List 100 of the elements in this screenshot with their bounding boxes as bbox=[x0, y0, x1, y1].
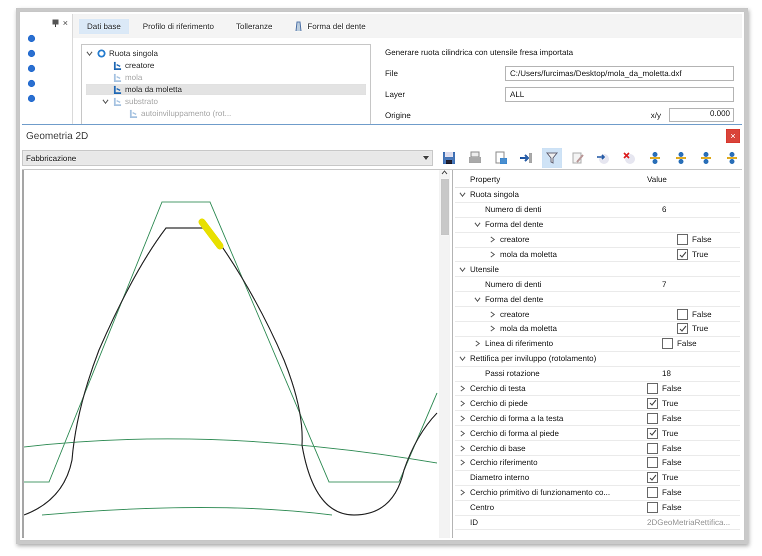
property-name: Cerchio di forma a la testa bbox=[470, 414, 564, 423]
property-name: creatore bbox=[500, 235, 530, 244]
property-value: True bbox=[662, 398, 678, 408]
tool-icon bbox=[113, 85, 122, 94]
checkbox[interactable] bbox=[647, 412, 658, 424]
property-value: False bbox=[662, 488, 682, 498]
caret-icon[interactable] bbox=[474, 340, 481, 348]
node-icon[interactable] bbox=[27, 79, 36, 88]
property-name: Forma del dente bbox=[485, 294, 544, 304]
node-icon bbox=[648, 151, 662, 165]
close-button[interactable]: × bbox=[62, 18, 68, 28]
property-name: Ruota singola bbox=[470, 190, 519, 200]
property-name: Centro bbox=[470, 503, 494, 512]
property-value: True bbox=[692, 324, 708, 334]
axis-label: x/y bbox=[650, 110, 661, 120]
caret-icon[interactable] bbox=[489, 251, 496, 258]
caret-icon[interactable] bbox=[474, 221, 481, 228]
tool-icon bbox=[113, 97, 122, 106]
funnel-icon bbox=[544, 151, 559, 165]
checkbox[interactable] bbox=[647, 502, 658, 514]
checkbox[interactable] bbox=[647, 383, 658, 394]
property-name: creatore bbox=[500, 310, 530, 319]
property-name: Cerchio riferimento bbox=[470, 458, 538, 468]
property-value: True bbox=[692, 250, 708, 259]
caret-icon[interactable] bbox=[86, 50, 93, 57]
close-button[interactable]: × bbox=[726, 129, 740, 143]
tree-item[interactable]: creatore bbox=[86, 60, 366, 71]
tree-item[interactable]: Ruota singola bbox=[86, 48, 366, 59]
checkbox[interactable] bbox=[647, 487, 658, 498]
property-value: 6 bbox=[662, 205, 666, 214]
node-icon[interactable] bbox=[27, 64, 36, 73]
property-name: Forma del dente bbox=[485, 220, 544, 230]
property-value: False bbox=[662, 458, 682, 468]
scroll-thumb[interactable] bbox=[440, 179, 448, 235]
property-value: True bbox=[662, 473, 678, 482]
tab[interactable]: Dati base bbox=[79, 18, 129, 34]
form-title: Generare ruota cilindrica con utensile fresa importata bbox=[385, 48, 574, 56]
property-value: False bbox=[662, 503, 682, 512]
caret-icon[interactable] bbox=[459, 191, 466, 198]
node-icon[interactable] bbox=[27, 94, 36, 103]
caret-icon[interactable] bbox=[459, 266, 466, 273]
field-label: File bbox=[385, 68, 399, 78]
field-label: Layer bbox=[385, 90, 406, 98]
printer-icon bbox=[468, 151, 482, 165]
property-name: Numero di denti bbox=[485, 205, 542, 214]
property-name: Cerchio di base bbox=[470, 444, 526, 453]
view-dropdown[interactable]: Fabbricazione bbox=[22, 150, 434, 166]
delete-icon bbox=[622, 151, 636, 165]
property-value: 2DGeoMetriaRettifica... bbox=[647, 518, 730, 528]
property-name: Numero di denti bbox=[485, 280, 542, 289]
property-name: ID bbox=[470, 518, 478, 528]
tab[interactable]: Tolleranze bbox=[228, 18, 280, 34]
property-name: Cerchio di testa bbox=[470, 384, 526, 394]
property-name: Cerchio di piede bbox=[470, 398, 528, 408]
scrollbar[interactable] bbox=[439, 170, 450, 538]
checkbox[interactable] bbox=[677, 308, 688, 320]
property-value: 18 bbox=[662, 369, 671, 378]
column-header: Value bbox=[647, 175, 667, 184]
property-name: Linea di riferimento bbox=[485, 339, 554, 348]
property-name: mola da moletta bbox=[500, 324, 557, 334]
window-title: Geometria 2D bbox=[26, 130, 88, 142]
property-name: Rettifica per inviluppo (rotolamento) bbox=[470, 354, 596, 364]
caret-icon[interactable] bbox=[459, 355, 466, 362]
checkbox[interactable] bbox=[647, 472, 658, 484]
tool-icon bbox=[113, 61, 122, 70]
input-field[interactable]: ALL bbox=[505, 86, 734, 102]
node-icon[interactable] bbox=[27, 49, 36, 58]
tool-icon bbox=[129, 109, 138, 118]
node-icon[interactable] bbox=[27, 34, 36, 43]
input-field[interactable]: 0.000 bbox=[669, 108, 734, 122]
checkbox[interactable] bbox=[647, 398, 658, 409]
property-value: False bbox=[677, 339, 697, 348]
checkbox[interactable] bbox=[647, 457, 658, 468]
input-field[interactable]: C:/Users/furcimas/Desktop/mola_da_moletta.dxf bbox=[505, 66, 734, 80]
property-name: Passi rotazione bbox=[485, 369, 540, 378]
caret-icon[interactable] bbox=[459, 489, 466, 496]
tab[interactable]: Forma del dente bbox=[286, 18, 374, 34]
property-value: 7 bbox=[662, 280, 666, 289]
checkbox[interactable] bbox=[677, 234, 688, 246]
tab[interactable]: Profilo di riferimento bbox=[134, 18, 222, 34]
property-name: Diametro interno bbox=[470, 473, 530, 482]
column-header: Property bbox=[470, 175, 500, 184]
pin-icon[interactable] bbox=[52, 19, 59, 27]
scroll-up-icon[interactable] bbox=[441, 170, 448, 175]
checkbox[interactable] bbox=[662, 338, 673, 350]
property-value: False bbox=[662, 384, 682, 394]
node-icon bbox=[674, 151, 688, 165]
checkbox[interactable] bbox=[677, 323, 688, 334]
tooth-icon bbox=[294, 20, 304, 32]
dropdown-arrow-icon bbox=[423, 156, 430, 160]
checkbox[interactable] bbox=[677, 249, 688, 260]
tree-item[interactable]: mola da moletta bbox=[86, 84, 366, 95]
checkbox[interactable] bbox=[647, 442, 658, 454]
node-icon bbox=[699, 151, 714, 165]
property-value: True bbox=[662, 428, 678, 438]
pencil-icon bbox=[570, 151, 585, 165]
checkbox[interactable] bbox=[647, 428, 658, 439]
caret-icon[interactable] bbox=[474, 296, 481, 303]
tool-icon bbox=[113, 73, 122, 82]
property-value: False bbox=[662, 444, 682, 453]
